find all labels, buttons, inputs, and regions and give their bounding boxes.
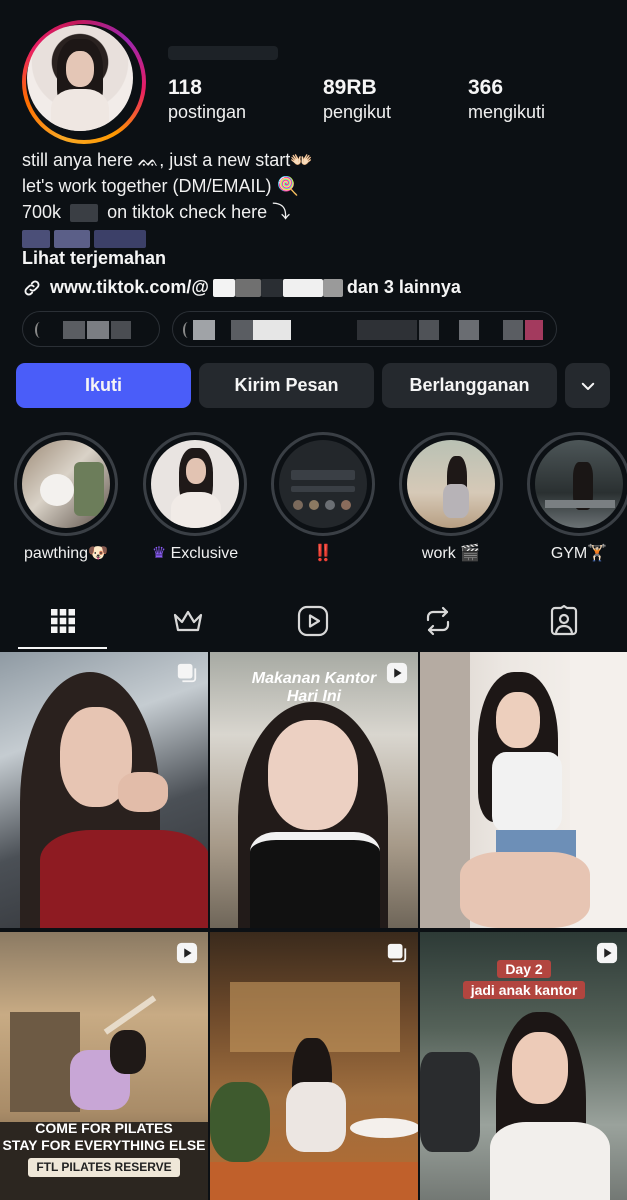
highlight-label: ‼️ bbox=[313, 545, 333, 562]
highlight-label: work 🎬 bbox=[421, 545, 481, 562]
highlight-work[interactable]: work 🎬 bbox=[399, 432, 503, 563]
stat-posts[interactable]: 118 postingan bbox=[168, 76, 246, 123]
bio-line-1: still anya here ᨐ, just a new start👐🏻 bbox=[22, 150, 313, 170]
post-tile-5[interactable] bbox=[210, 932, 418, 1200]
post-tile-1[interactable] bbox=[0, 652, 208, 928]
post-caption: Day 2 jadi anak kantor bbox=[420, 960, 627, 999]
link-suffix: dan 3 lainnya bbox=[346, 277, 461, 297]
posts-grid: Makanan Kantor Hari Ini COME FOR PILATES… bbox=[0, 652, 627, 1200]
crown-icon: ♛ bbox=[151, 545, 167, 562]
multi-photo-icon bbox=[387, 943, 407, 963]
profile-avatar[interactable] bbox=[22, 20, 146, 144]
stat-posts-value: 118 bbox=[168, 76, 202, 99]
active-tab-indicator bbox=[18, 647, 107, 649]
link-redacted bbox=[212, 278, 343, 297]
post-caption: COME FOR PILATES STAY FOR EVERYTHING ELS… bbox=[0, 1120, 208, 1177]
tagged-icon bbox=[550, 605, 578, 636]
stat-following-value: 366 bbox=[468, 76, 504, 99]
stat-following-label: mengikuti bbox=[468, 102, 546, 122]
exclusive-crown-icon bbox=[173, 610, 203, 632]
tab-reposts[interactable] bbox=[393, 593, 483, 649]
subscribe-button[interactable]: Berlangganan bbox=[382, 363, 557, 408]
chevron-down-icon bbox=[581, 382, 594, 390]
multi-photo-icon bbox=[177, 663, 197, 683]
redacted-block bbox=[70, 204, 99, 223]
see-translation-link[interactable]: Lihat terjemahan bbox=[22, 248, 166, 269]
reel-icon bbox=[176, 942, 198, 964]
stat-following[interactable]: 366 mengikuti bbox=[468, 76, 545, 123]
post-tile-3[interactable] bbox=[420, 652, 627, 928]
tab-tagged[interactable] bbox=[519, 593, 609, 649]
post-tile-2[interactable]: Makanan Kantor Hari Ini bbox=[210, 652, 418, 928]
bio-line-2: let's work together (DM/EMAIL) 🍭 bbox=[22, 176, 299, 196]
stat-followers-value: 89RB bbox=[323, 76, 377, 99]
profile-bio: still anya here ᨐ, just a new start👐🏻 le… bbox=[22, 147, 612, 251]
link-prefix: www.tiktok.com/@ bbox=[50, 277, 209, 297]
stat-posts-label: postingan bbox=[168, 102, 247, 122]
stat-followers[interactable]: 89RB pengikut bbox=[323, 76, 391, 123]
tab-exclusive[interactable] bbox=[143, 593, 233, 649]
tab-reels[interactable] bbox=[268, 593, 358, 649]
reel-icon bbox=[386, 662, 408, 684]
bio-line-3-start: 700k bbox=[22, 202, 62, 222]
post-tile-4[interactable]: COME FOR PILATES STAY FOR EVERYTHING ELS… bbox=[0, 932, 208, 1200]
post-tile-6[interactable]: Day 2 jadi anak kantor bbox=[420, 932, 627, 1200]
follow-button[interactable]: Ikuti bbox=[16, 363, 191, 408]
posts-grid-icon bbox=[51, 609, 75, 633]
bio-line-3: 700k on tiktok check here ⤵ bbox=[22, 199, 612, 225]
redacted-chip-2[interactable] bbox=[172, 311, 557, 347]
stat-followers-label: pengikut bbox=[323, 102, 392, 122]
highlight-alert[interactable]: ‼️ bbox=[271, 432, 375, 563]
suggested-accounts-button[interactable] bbox=[565, 363, 610, 408]
profile-tabs bbox=[0, 593, 627, 651]
repost-icon bbox=[426, 606, 450, 636]
highlight-label: ♛ Exclusive bbox=[151, 545, 239, 562]
tab-posts[interactable] bbox=[18, 593, 108, 649]
profile-header: 118 postingan 89RB pengikut 366 mengikut… bbox=[0, 0, 627, 150]
bio-line-3-end: on tiktok check here ⤵ bbox=[107, 202, 291, 222]
reel-icon bbox=[596, 942, 618, 964]
reels-icon bbox=[297, 605, 329, 637]
message-button[interactable]: Kirim Pesan bbox=[199, 363, 374, 408]
profile-link[interactable]: www.tiktok.com/@ dan 3 lainnya bbox=[22, 277, 461, 298]
highlight-gym[interactable]: GYM🏋🏻 bbox=[527, 432, 627, 563]
highlight-label: GYM🏋🏻 bbox=[550, 545, 608, 562]
highlight-exclusive[interactable]: ♛ Exclusive bbox=[143, 432, 247, 563]
highlight-label: pawthing🐶 bbox=[24, 545, 108, 562]
redacted-chip-1[interactable] bbox=[22, 311, 160, 347]
username-redacted bbox=[168, 46, 278, 60]
link-icon bbox=[24, 280, 40, 295]
highlight-pawthing[interactable]: pawthing🐶 bbox=[14, 432, 118, 563]
